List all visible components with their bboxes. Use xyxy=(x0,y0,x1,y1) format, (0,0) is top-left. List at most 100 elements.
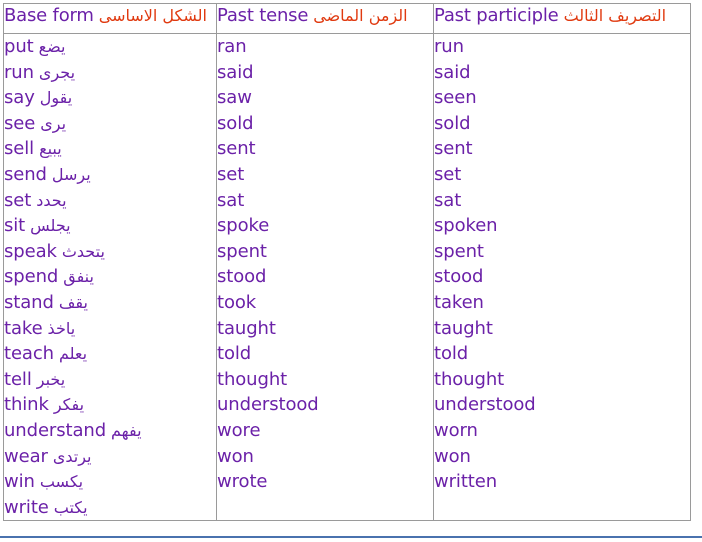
list-item: stood xyxy=(434,264,690,290)
verb-arabic: يقول xyxy=(39,88,73,108)
verb-english: worn xyxy=(434,419,478,441)
verb-english: stood xyxy=(434,266,484,288)
column-header-base-form: Base form الشكل الاساسى xyxy=(3,3,217,34)
list-item: tell يخبر xyxy=(4,367,216,393)
list-item: spent xyxy=(434,239,690,265)
list-item: spend ينفق xyxy=(4,264,216,290)
column-header-past-tense: Past tense الزمن الماضى xyxy=(216,3,434,34)
verb-english: set xyxy=(4,189,32,211)
header-base-form-english: Base form xyxy=(4,5,94,26)
verb-arabic: يحدد xyxy=(36,190,67,210)
list-item: run يجرى xyxy=(4,60,216,86)
verb-arabic: يقف xyxy=(58,292,88,312)
verb-english: sold xyxy=(217,112,254,134)
verb-english: taught xyxy=(217,317,276,339)
verb-english: say xyxy=(4,87,35,109)
list-item: wrote xyxy=(217,469,433,495)
verb-english: thought xyxy=(434,368,505,390)
list-item: write يكتب xyxy=(4,495,216,521)
list-item: stand يقف xyxy=(4,290,216,316)
verb-table-page: Base form الشكل الاساسى Past tense الزمن ا… xyxy=(0,0,702,542)
verb-arabic: يرى xyxy=(40,113,67,133)
list-item: taught xyxy=(217,316,433,342)
list-item: ran xyxy=(217,34,433,60)
verb-arabic: يبيع xyxy=(39,139,62,159)
verb-english: run xyxy=(434,36,464,57)
list-item: stood xyxy=(217,264,433,290)
verb-english: understood xyxy=(217,394,319,416)
list-item: written xyxy=(434,469,690,495)
verb-english: spoken xyxy=(434,215,498,237)
verb-english: tell xyxy=(4,368,32,390)
verb-english: taught xyxy=(434,317,493,339)
list-item: understand يفهم xyxy=(4,418,216,444)
list-item: wore xyxy=(217,418,433,444)
verb-english: ran xyxy=(217,36,247,57)
list-item: told xyxy=(217,341,433,367)
verb-english: write xyxy=(4,496,49,518)
verb-english: sat xyxy=(217,189,245,211)
list-item: set يحدد xyxy=(4,188,216,214)
list-item: sent xyxy=(217,136,433,162)
verb-english: teach xyxy=(4,343,54,365)
verb-english: wrote xyxy=(217,471,268,493)
verb-english: wear xyxy=(4,445,48,467)
past-participle-list: run said seen sold sent set sat spoken spent stoo… xyxy=(434,34,690,495)
verb-english: set xyxy=(217,163,245,185)
verb-english: spent xyxy=(434,240,484,262)
verb-english: sold xyxy=(434,112,471,134)
verb-arabic: يكسب xyxy=(39,472,84,492)
verb-english: spend xyxy=(4,266,59,288)
verb-english: wore xyxy=(217,419,261,441)
list-item: see يرى xyxy=(4,111,216,137)
verb-english: saw xyxy=(217,87,252,109)
verb-arabic: يضع xyxy=(38,37,66,56)
list-item: win يكسب xyxy=(4,469,216,495)
verb-english: stood xyxy=(217,266,267,288)
list-item: thought xyxy=(217,367,433,393)
base-form-list: put يضع run يجرى say يقول see يرى sell يبيع send ير… xyxy=(4,34,216,520)
list-item: thought xyxy=(434,367,690,393)
header-row: Base form الشكل الاساسى Past tense الزمن ا… xyxy=(3,3,691,34)
list-item: sold xyxy=(434,111,690,137)
verb-arabic: يفهم xyxy=(111,420,142,440)
verb-english: sell xyxy=(4,138,35,160)
list-item: wear يرتدى xyxy=(4,444,216,470)
header-past-tense-english: Past tense xyxy=(217,5,309,26)
verb-english: thought xyxy=(217,368,288,390)
header-past-participle-inner: Past participle التصريف الثالث xyxy=(435,5,690,29)
verb-english: won xyxy=(434,445,471,467)
verb-english: put xyxy=(4,36,34,57)
table-header: Base form الشكل الاساسى Past tense الزمن ا… xyxy=(3,3,691,34)
list-item: sell يبيع xyxy=(4,136,216,162)
list-item: worn xyxy=(434,418,690,444)
list-item: run xyxy=(434,34,690,60)
verb-english: send xyxy=(4,163,47,185)
verb-english: understand xyxy=(4,419,107,441)
bottom-divider xyxy=(0,536,702,538)
verb-english: said xyxy=(434,61,471,83)
verb-english: stand xyxy=(4,291,54,313)
verb-english: sent xyxy=(434,138,473,160)
list-item: taught xyxy=(434,316,690,342)
verb-english: won xyxy=(217,445,254,467)
verb-english: written xyxy=(434,471,498,493)
verb-english: win xyxy=(4,471,35,493)
header-past-tense-arabic: الزمن الماضى xyxy=(313,6,408,25)
list-item: put يضع xyxy=(4,34,216,60)
verb-english: think xyxy=(4,394,49,416)
list-item: said xyxy=(217,60,433,86)
list-item: send يرسل xyxy=(4,162,216,188)
list-item: sold xyxy=(217,111,433,137)
header-past-tense-inner: Past tense الزمن الماضى xyxy=(217,5,433,29)
verb-english: sat xyxy=(434,189,462,211)
list-item: teach يعلم xyxy=(4,341,216,367)
list-item: set xyxy=(217,162,433,188)
verb-english: taken xyxy=(434,291,484,313)
list-item: say يقول xyxy=(4,85,216,111)
list-item: said xyxy=(434,60,690,86)
table-body: put يضع run يجرى say يقول see يرى sell يبيع send ير… xyxy=(3,32,691,522)
verb-arabic: يخبر xyxy=(36,369,66,389)
verb-english: understood xyxy=(434,394,536,416)
list-item: won xyxy=(217,444,433,470)
